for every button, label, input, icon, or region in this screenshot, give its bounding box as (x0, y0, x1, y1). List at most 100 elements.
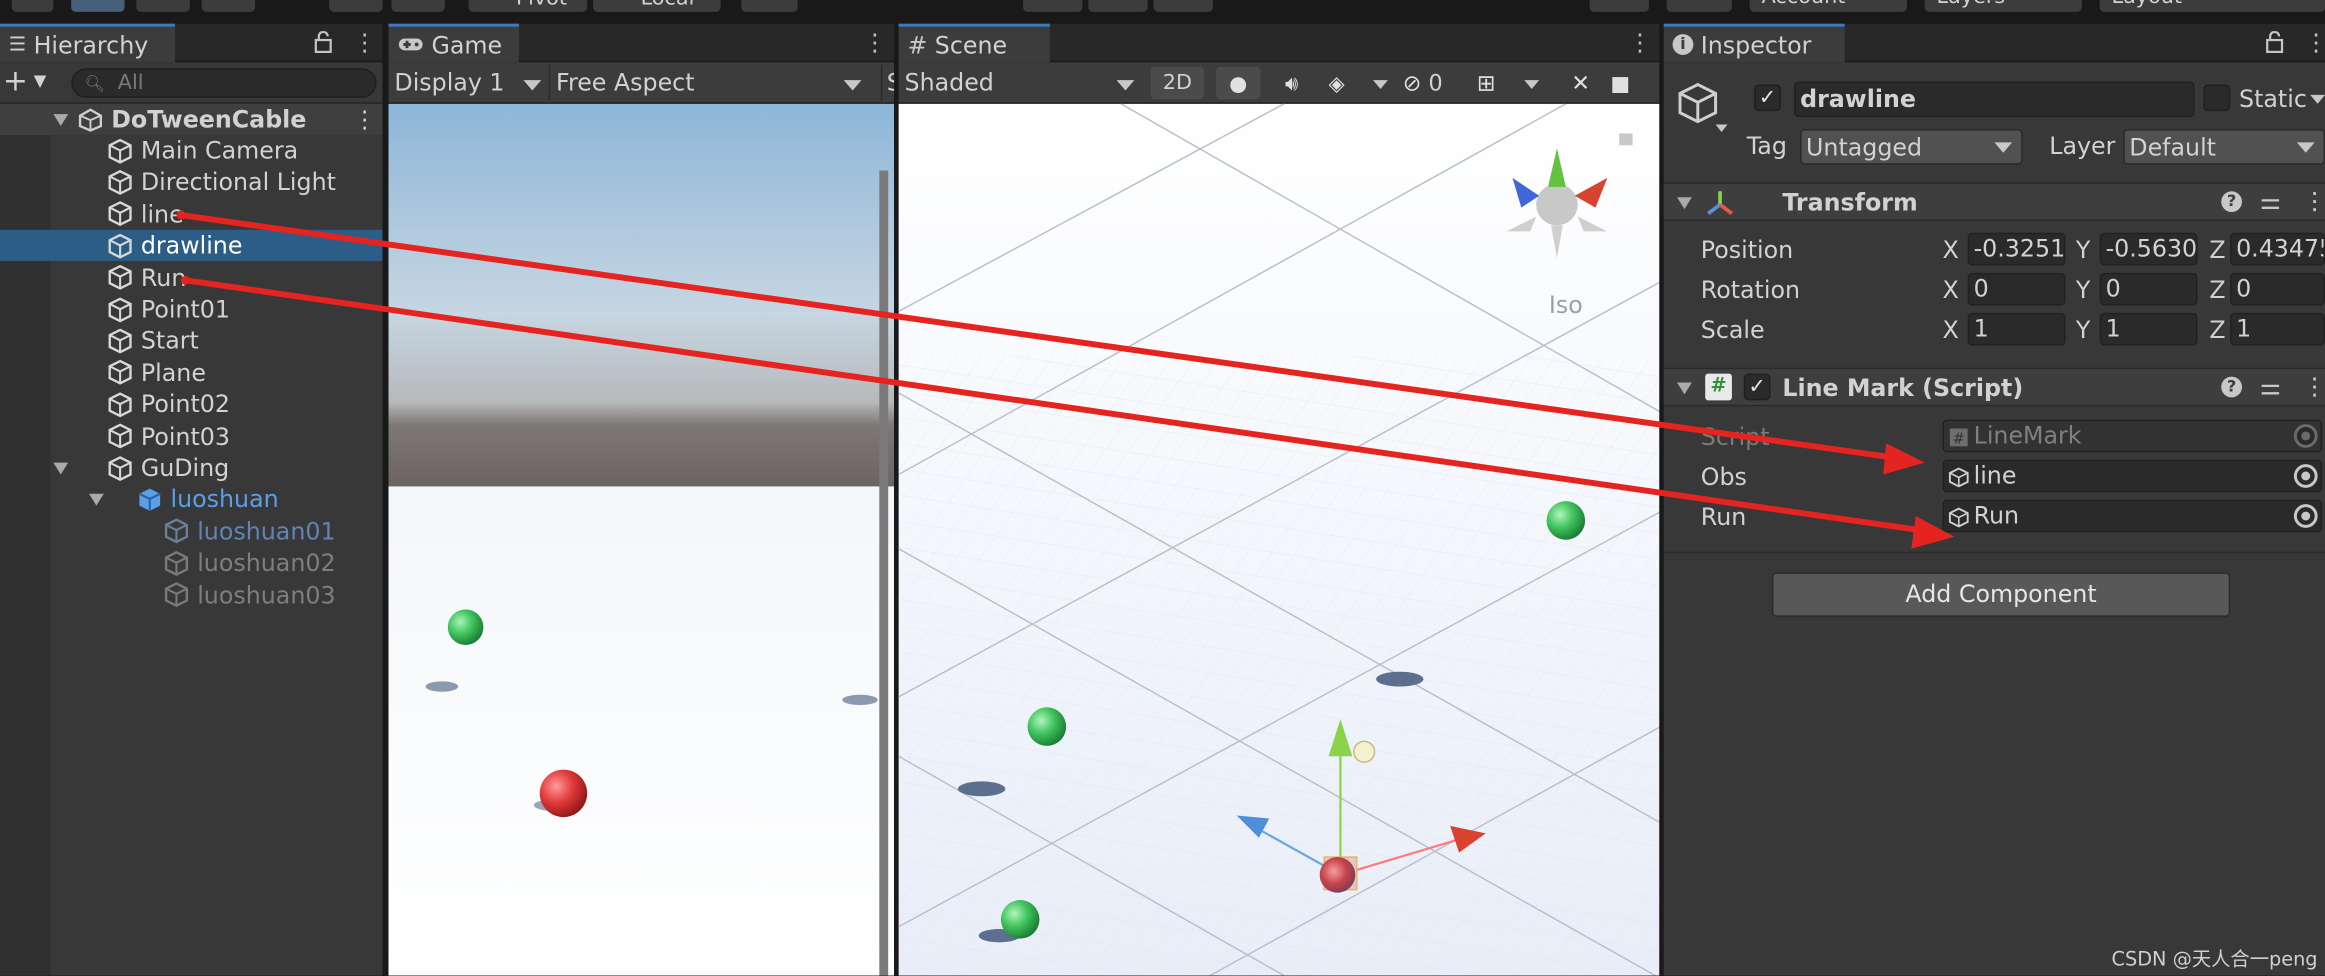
expand-arrow-icon[interactable] (53, 462, 69, 475)
transform-tool-button[interactable] (329, 0, 383, 12)
cloud-button[interactable] (1666, 0, 1732, 12)
hierarchy-item[interactable]: Point02 (0, 389, 383, 420)
transform-header[interactable]: Transform ? ⚌ ⋮ (1663, 182, 2325, 221)
chevron-down-icon[interactable] (1715, 124, 1728, 132)
active-checkbox[interactable]: ✓ (1754, 84, 1781, 112)
snap-button[interactable] (741, 0, 798, 12)
pause-button[interactable] (1088, 0, 1148, 12)
hierarchy-item[interactable]: Point03 (0, 421, 383, 452)
scene-viewport[interactable]: Iso (898, 103, 1661, 976)
transform-z-field[interactable]: 0 (2230, 272, 2325, 306)
hierarchy-item[interactable]: line (0, 198, 383, 229)
presets-icon[interactable]: ⚌ (2260, 187, 2281, 215)
hash-grid-icon: # (907, 30, 928, 59)
layer-dropdown[interactable]: Default (2123, 129, 2325, 165)
move-tool-button[interactable] (71, 0, 125, 12)
tools-toggle[interactable]: ✕ (1560, 67, 1602, 100)
layers-dropdown[interactable]: Layers (1924, 0, 2082, 12)
collapse-arrow-icon[interactable] (1677, 197, 1692, 210)
transform-x-field[interactable]: 0 (1967, 272, 2066, 306)
hierarchy-item[interactable]: GuDing (0, 452, 383, 483)
transform-y-field[interactable]: 0 (2099, 272, 2198, 306)
visibility-toggle[interactable]: ⊘ 0 (1403, 67, 1462, 100)
custom-tool-button[interactable] (391, 0, 445, 12)
collapse-arrow-icon[interactable] (1677, 382, 1692, 395)
tab-game[interactable]: Game (388, 23, 519, 63)
step-button[interactable] (1153, 0, 1213, 12)
game-menu-icon[interactable]: ⋮ (863, 29, 887, 57)
scene-header-row[interactable]: DoTweenCable ⋮ (0, 103, 383, 135)
presets-icon[interactable]: ⚌ (2260, 372, 2281, 400)
effects-dropdown[interactable]: ◈ (1320, 67, 1397, 100)
tab-hierarchy[interactable]: ☰ Hierarchy (0, 23, 175, 63)
help-icon[interactable]: ? (2221, 191, 2242, 213)
aspect-dropdown[interactable]: Free Aspect (548, 65, 866, 101)
scene-menu-icon[interactable]: ⋮ (353, 105, 377, 133)
hierarchy-item[interactable]: Point01 (0, 294, 383, 325)
transform-x-field[interactable]: 1 (1967, 312, 2066, 346)
local-button[interactable]: Local (593, 0, 721, 12)
add-component-button[interactable]: Add Component (1771, 572, 2231, 617)
object-picker-icon[interactable] (2293, 424, 2318, 448)
collab-button[interactable] (1589, 0, 1649, 12)
hierarchy-item[interactable]: luoshuan (0, 484, 383, 515)
help-icon[interactable]: ? (2221, 376, 2242, 398)
scene-menu-icon[interactable]: ⋮ (1628, 29, 1652, 57)
lock-icon[interactable] (313, 31, 334, 54)
script-component-header[interactable]: # ✓ Line Mark (Script) ? ⚌ ⋮ (1663, 367, 2325, 407)
hierarchy-item[interactable]: Run (0, 262, 383, 293)
static-checkbox[interactable] (2203, 84, 2231, 112)
search-input[interactable]: 🔍︎ All (71, 68, 377, 98)
pivot-button[interactable]: Pivot (468, 0, 588, 12)
account-dropdown[interactable]: Account (1749, 0, 1907, 12)
transform-z-field[interactable]: 1 (2230, 312, 2325, 346)
hierarchy-item[interactable]: luoshuan03 (0, 579, 383, 610)
projection-label[interactable]: Iso (1549, 291, 1583, 319)
object-reference-field[interactable]: Run (1942, 499, 2323, 533)
game-viewport[interactable] (388, 103, 895, 976)
hierarchy-item[interactable]: Directional Light (0, 167, 383, 198)
hierarchy-item[interactable]: drawline (0, 230, 383, 262)
component-menu-icon[interactable]: ⋮ (2303, 372, 2325, 400)
transform-y-field[interactable]: 1 (2099, 312, 2198, 346)
static-dropdown-arrow[interactable] (2310, 94, 2325, 104)
hierarchy-item[interactable]: luoshuan01 (0, 516, 383, 547)
gizmo-lock-icon[interactable] (1619, 133, 1633, 146)
inspector-menu-icon[interactable]: ⋮ (2304, 29, 2325, 57)
shading-dropdown[interactable]: Shaded (905, 65, 1142, 101)
layout-dropdown[interactable]: Layout (2099, 0, 2325, 12)
grid-dropdown[interactable]: ⊞ (1471, 67, 1548, 100)
expand-arrow-icon[interactable] (88, 494, 104, 507)
component-menu-icon[interactable]: ⋮ (2303, 187, 2325, 215)
transform-y-field[interactable]: -0.5630 (2099, 232, 2198, 266)
hierarchy-menu-icon[interactable]: ⋮ (353, 29, 377, 57)
tab-inspector[interactable]: i Inspector (1663, 23, 1845, 63)
transform-z-field[interactable]: 0.43475 (2230, 232, 2325, 266)
camera-dropdown[interactable]: ■ (1610, 67, 1660, 100)
hierarchy-toolbar: + ▼ 🔍︎ All (0, 62, 383, 104)
object-picker-icon[interactable] (2293, 504, 2318, 528)
tag-dropdown[interactable]: Untagged (1800, 129, 2023, 165)
2d-toggle-button[interactable]: 2D (1150, 66, 1205, 100)
hand-tool-button[interactable] (11, 0, 54, 12)
object-reference-field[interactable]: line (1942, 459, 2323, 493)
lighting-toggle[interactable]: ● (1215, 66, 1261, 100)
play-button[interactable] (1023, 0, 1083, 12)
tab-scene[interactable]: # Scene (898, 23, 1050, 63)
rect-tool-button[interactable] (201, 0, 256, 12)
hierarchy-item[interactable]: luoshuan02 (0, 547, 383, 578)
create-button[interactable]: + ▼ (3, 65, 53, 98)
object-picker-icon[interactable] (2293, 464, 2318, 488)
rotate-tool-button[interactable] (136, 0, 190, 12)
object-name-input[interactable]: drawline (1794, 81, 2195, 118)
component-enabled-checkbox[interactable]: ✓ (1743, 373, 1771, 401)
expand-arrow-icon[interactable] (53, 113, 69, 126)
chevron-down-icon (1116, 80, 1135, 91)
hierarchy-item[interactable]: Main Camera (0, 135, 383, 166)
hierarchy-item[interactable]: Plane (0, 357, 383, 388)
transform-x-field[interactable]: -0.3251 (1967, 232, 2066, 266)
display-dropdown[interactable]: Display 1 (394, 65, 542, 101)
hierarchy-item[interactable]: Start (0, 325, 383, 356)
lock-icon[interactable] (2264, 31, 2285, 54)
audio-toggle[interactable]: 🔊︎ (1269, 67, 1313, 100)
